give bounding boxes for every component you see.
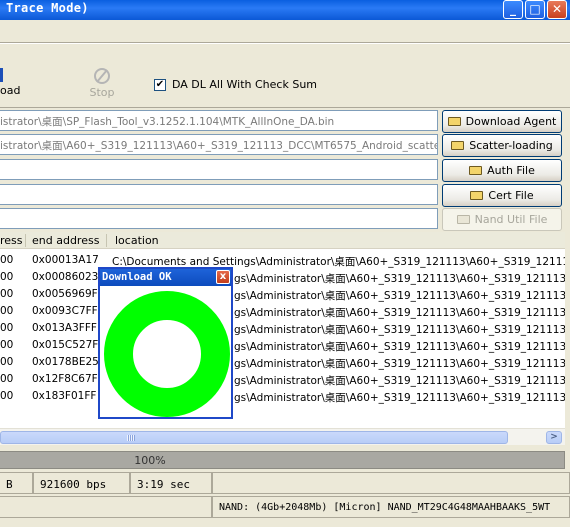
location-cell: gs\Administrator\桌面\A60+_S319_121113\A60…: [234, 273, 565, 285]
download-agent-label: Download Agent: [465, 115, 557, 128]
download-ok-dialog: Download OK x: [98, 267, 233, 419]
cert-file-button[interactable]: Cert File: [442, 184, 562, 207]
background-window-strip: [570, 0, 579, 527]
status-nand-info: NAND: (4Gb+2048Mb) [Micron] NAND_MT29C4G…: [212, 496, 570, 518]
status-baud-rate: 921600 bps: [33, 472, 130, 494]
scroll-right-button[interactable]: >: [546, 431, 562, 444]
maximize-button[interactable]: □: [525, 0, 545, 19]
scatter-loading-button[interactable]: Scatter-loading: [442, 134, 562, 157]
horizontal-scrollbar[interactable]: >: [0, 428, 565, 445]
divider: [0, 43, 570, 44]
folder-icon: [470, 191, 484, 200]
end-address-cell: 0x00086023: [32, 271, 99, 283]
location-cell: gs\Administrator\桌面\A60+_S319_121113\A60…: [234, 307, 565, 319]
table-row[interactable]: 00 0x013A3FFF gs\Administrator\桌面\A60+_S…: [0, 320, 565, 337]
scatter-loading-label: Scatter-loading: [469, 139, 553, 152]
end-address-cell: 0x0056969F: [32, 288, 98, 300]
folder-icon: [456, 215, 470, 224]
table-row[interactable]: 00 0x0056969F gs\Administrator\桌面\A60+_S…: [0, 286, 565, 303]
column-divider[interactable]: [25, 234, 26, 247]
status-bar-secondary: NAND: (4Gb+2048Mb) [Micron] NAND_MT29C4G…: [0, 496, 570, 520]
folder-icon: [451, 141, 465, 150]
progress-label: 100%: [134, 454, 166, 467]
stop-icon: [94, 68, 110, 84]
download-label: oad: [0, 84, 21, 97]
column-header-begin-address[interactable]: ress: [0, 234, 23, 247]
download-icon: [0, 68, 4, 82]
scrollbar-thumb[interactable]: [0, 431, 508, 444]
cert-file-label: Cert File: [488, 189, 534, 202]
location-cell: gs\Administrator\桌面\A60+_S319_121113\A60…: [234, 341, 565, 353]
end-address-cell: 0x0178BE25: [32, 356, 99, 368]
status-empty: [0, 496, 212, 518]
end-address-cell: 0x00013A17: [32, 254, 99, 266]
download-agent-button[interactable]: Download Agent: [442, 110, 562, 133]
table-row[interactable]: 00 0x12F8C67F gs\Administrator\桌面\A60+_S…: [0, 371, 565, 388]
end-address-cell: 0x12F8C67F: [32, 373, 98, 385]
table-row[interactable]: 00 0x00086023 gs\Administrator\桌面\A60+_S…: [0, 269, 565, 286]
begin-address-cell: 00: [0, 254, 14, 266]
end-address-cell: 0x015C527F: [32, 339, 99, 351]
begin-address-cell: 00: [0, 271, 14, 283]
begin-address-cell: 00: [0, 356, 14, 368]
table-header: ress end address location: [0, 232, 565, 249]
column-divider[interactable]: [106, 234, 107, 247]
end-address-cell: 0x0093C7FF: [32, 305, 98, 317]
stop-label: Stop: [89, 86, 115, 99]
da-path-field[interactable]: istrator\桌面\SP_Flash_Tool_v3.1252.1.104\…: [0, 110, 438, 131]
folder-icon: [469, 166, 483, 175]
begin-address-cell: 00: [0, 390, 14, 402]
menu-bar: [0, 20, 570, 42]
status-bar: B 921600 bps 3:19 sec: [0, 472, 570, 496]
end-address-cell: 0x013A3FFF: [32, 322, 97, 334]
minimize-button[interactable]: _: [503, 0, 523, 19]
auth-file-button[interactable]: Auth File: [442, 159, 562, 182]
location-cell: gs\Administrator\桌面\A60+_S319_121113\A60…: [234, 290, 565, 302]
check-sum-checkbox[interactable]: ✔: [154, 79, 166, 91]
location-cell: gs\Administrator\桌面\A60+_S319_121113\A60…: [234, 392, 565, 404]
begin-address-cell: 00: [0, 305, 14, 317]
column-header-location[interactable]: location: [115, 234, 159, 247]
dialog-close-button[interactable]: x: [216, 270, 230, 284]
nand-util-file-label: Nand Util File: [474, 213, 548, 226]
folder-icon: [447, 117, 461, 126]
download-button[interactable]: oad: [0, 68, 20, 97]
table-row[interactable]: 00 0x0178BE25 gs\Administrator\桌面\A60+_S…: [0, 354, 565, 371]
stop-button[interactable]: Stop: [88, 68, 116, 99]
status-elapsed-time: 3:19 sec: [130, 472, 212, 494]
grip-icon: [127, 435, 135, 441]
check-sum-label: DA DL All With Check Sum: [172, 78, 318, 91]
dialog-title: Download OK: [100, 269, 231, 286]
location-cell: gs\Administrator\桌面\A60+_S319_121113\A60…: [234, 358, 565, 370]
begin-address-cell: 00: [0, 288, 14, 300]
divider: [0, 107, 570, 108]
status-empty: [212, 472, 570, 494]
nand-path-field[interactable]: [0, 208, 438, 229]
success-ring-icon: [104, 291, 230, 417]
end-address-cell: 0x183F01FF: [32, 390, 97, 402]
scatter-path-field[interactable]: istrator\桌面\A60+_S319_121113\A60+_S319_1…: [0, 134, 438, 155]
close-button[interactable]: ✕: [547, 0, 567, 19]
status-cell-com: B: [0, 472, 33, 494]
table-row[interactable]: 00 0x00013A17 C:\Documents and Settings\…: [0, 252, 565, 269]
begin-address-cell: 00: [0, 322, 14, 334]
location-cell: gs\Administrator\桌面\A60+_S319_121113\A60…: [234, 324, 565, 336]
table-row[interactable]: 00 0x0093C7FF gs\Administrator\桌面\A60+_S…: [0, 303, 565, 320]
title-bar: Trace Mode) _ □ ✕: [0, 0, 570, 20]
auth-file-label: Auth File: [487, 164, 535, 177]
table-row[interactable]: 00 0x015C527F gs\Administrator\桌面\A60+_S…: [0, 337, 565, 354]
rom-table[interactable]: ress end address location 00 0x00013A17 …: [0, 232, 565, 428]
nand-util-file-button[interactable]: Nand Util File: [442, 208, 562, 231]
begin-address-cell: 00: [0, 339, 14, 351]
progress-bar: 100%: [0, 451, 565, 469]
column-header-end-address[interactable]: end address: [32, 234, 99, 247]
cert-path-field[interactable]: [0, 184, 438, 205]
auth-path-field[interactable]: [0, 159, 438, 180]
window-title: Trace Mode): [6, 1, 89, 15]
location-cell: gs\Administrator\桌面\A60+_S319_121113\A60…: [234, 375, 565, 387]
begin-address-cell: 00: [0, 373, 14, 385]
table-row[interactable]: 00 0x183F01FF gs\Administrator\桌面\A60+_S…: [0, 388, 565, 405]
